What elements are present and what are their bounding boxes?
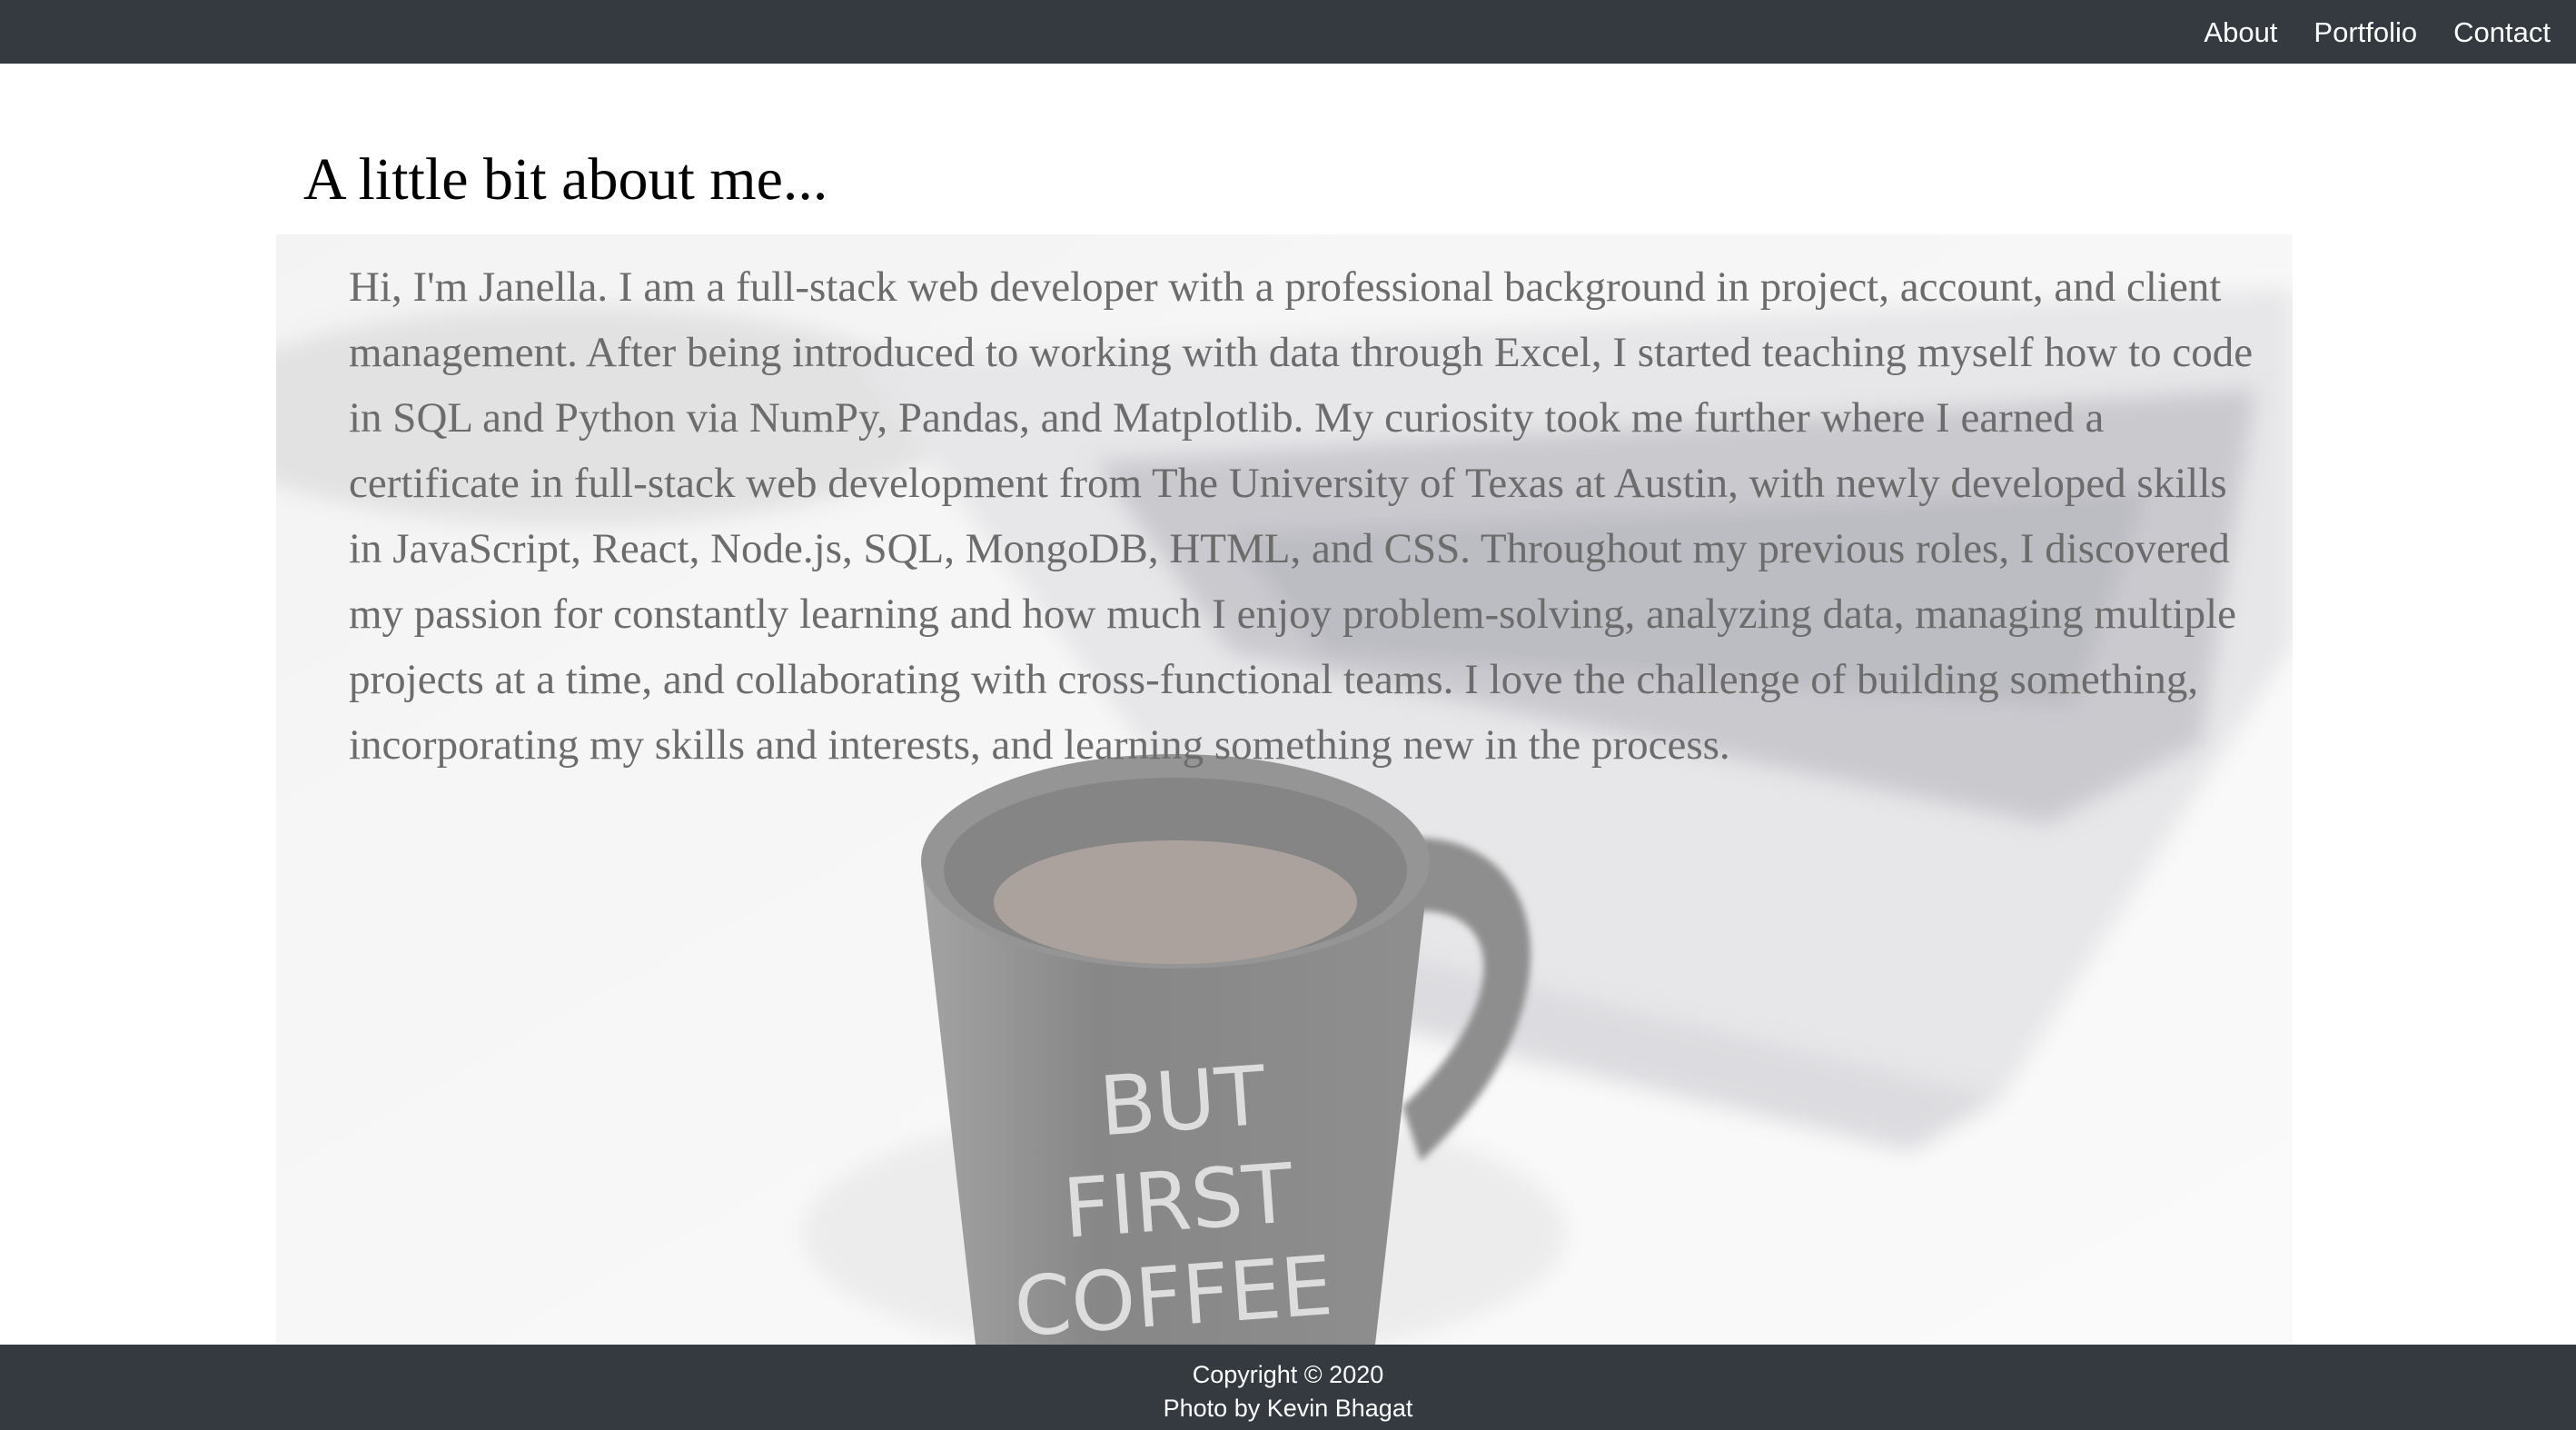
nav-link-portfolio[interactable]: Portfolio [2313, 18, 2417, 46]
nav-links: About Portfolio Contact [2167, 0, 2551, 64]
top-navbar: About Portfolio Contact [0, 0, 2576, 64]
about-section: BUT FIRST COFFEE Hi, I'm Janella. I am a… [276, 234, 2293, 1345]
page-title: A little bit about me... [303, 146, 828, 213]
copyright-text: Copyright © 2020 [1192, 1361, 1384, 1388]
bio-paragraph: Hi, I'm Janella. I am a full-stack web d… [349, 263, 2254, 769]
nav-link-contact[interactable]: Contact [2453, 18, 2551, 46]
nav-link-about[interactable]: About [2204, 18, 2277, 46]
page-footer: Copyright © 2020 Photo by Kevin Bhagat [0, 1345, 2576, 1430]
photo-credit-text: Photo by Kevin Bhagat [1163, 1395, 1413, 1422]
